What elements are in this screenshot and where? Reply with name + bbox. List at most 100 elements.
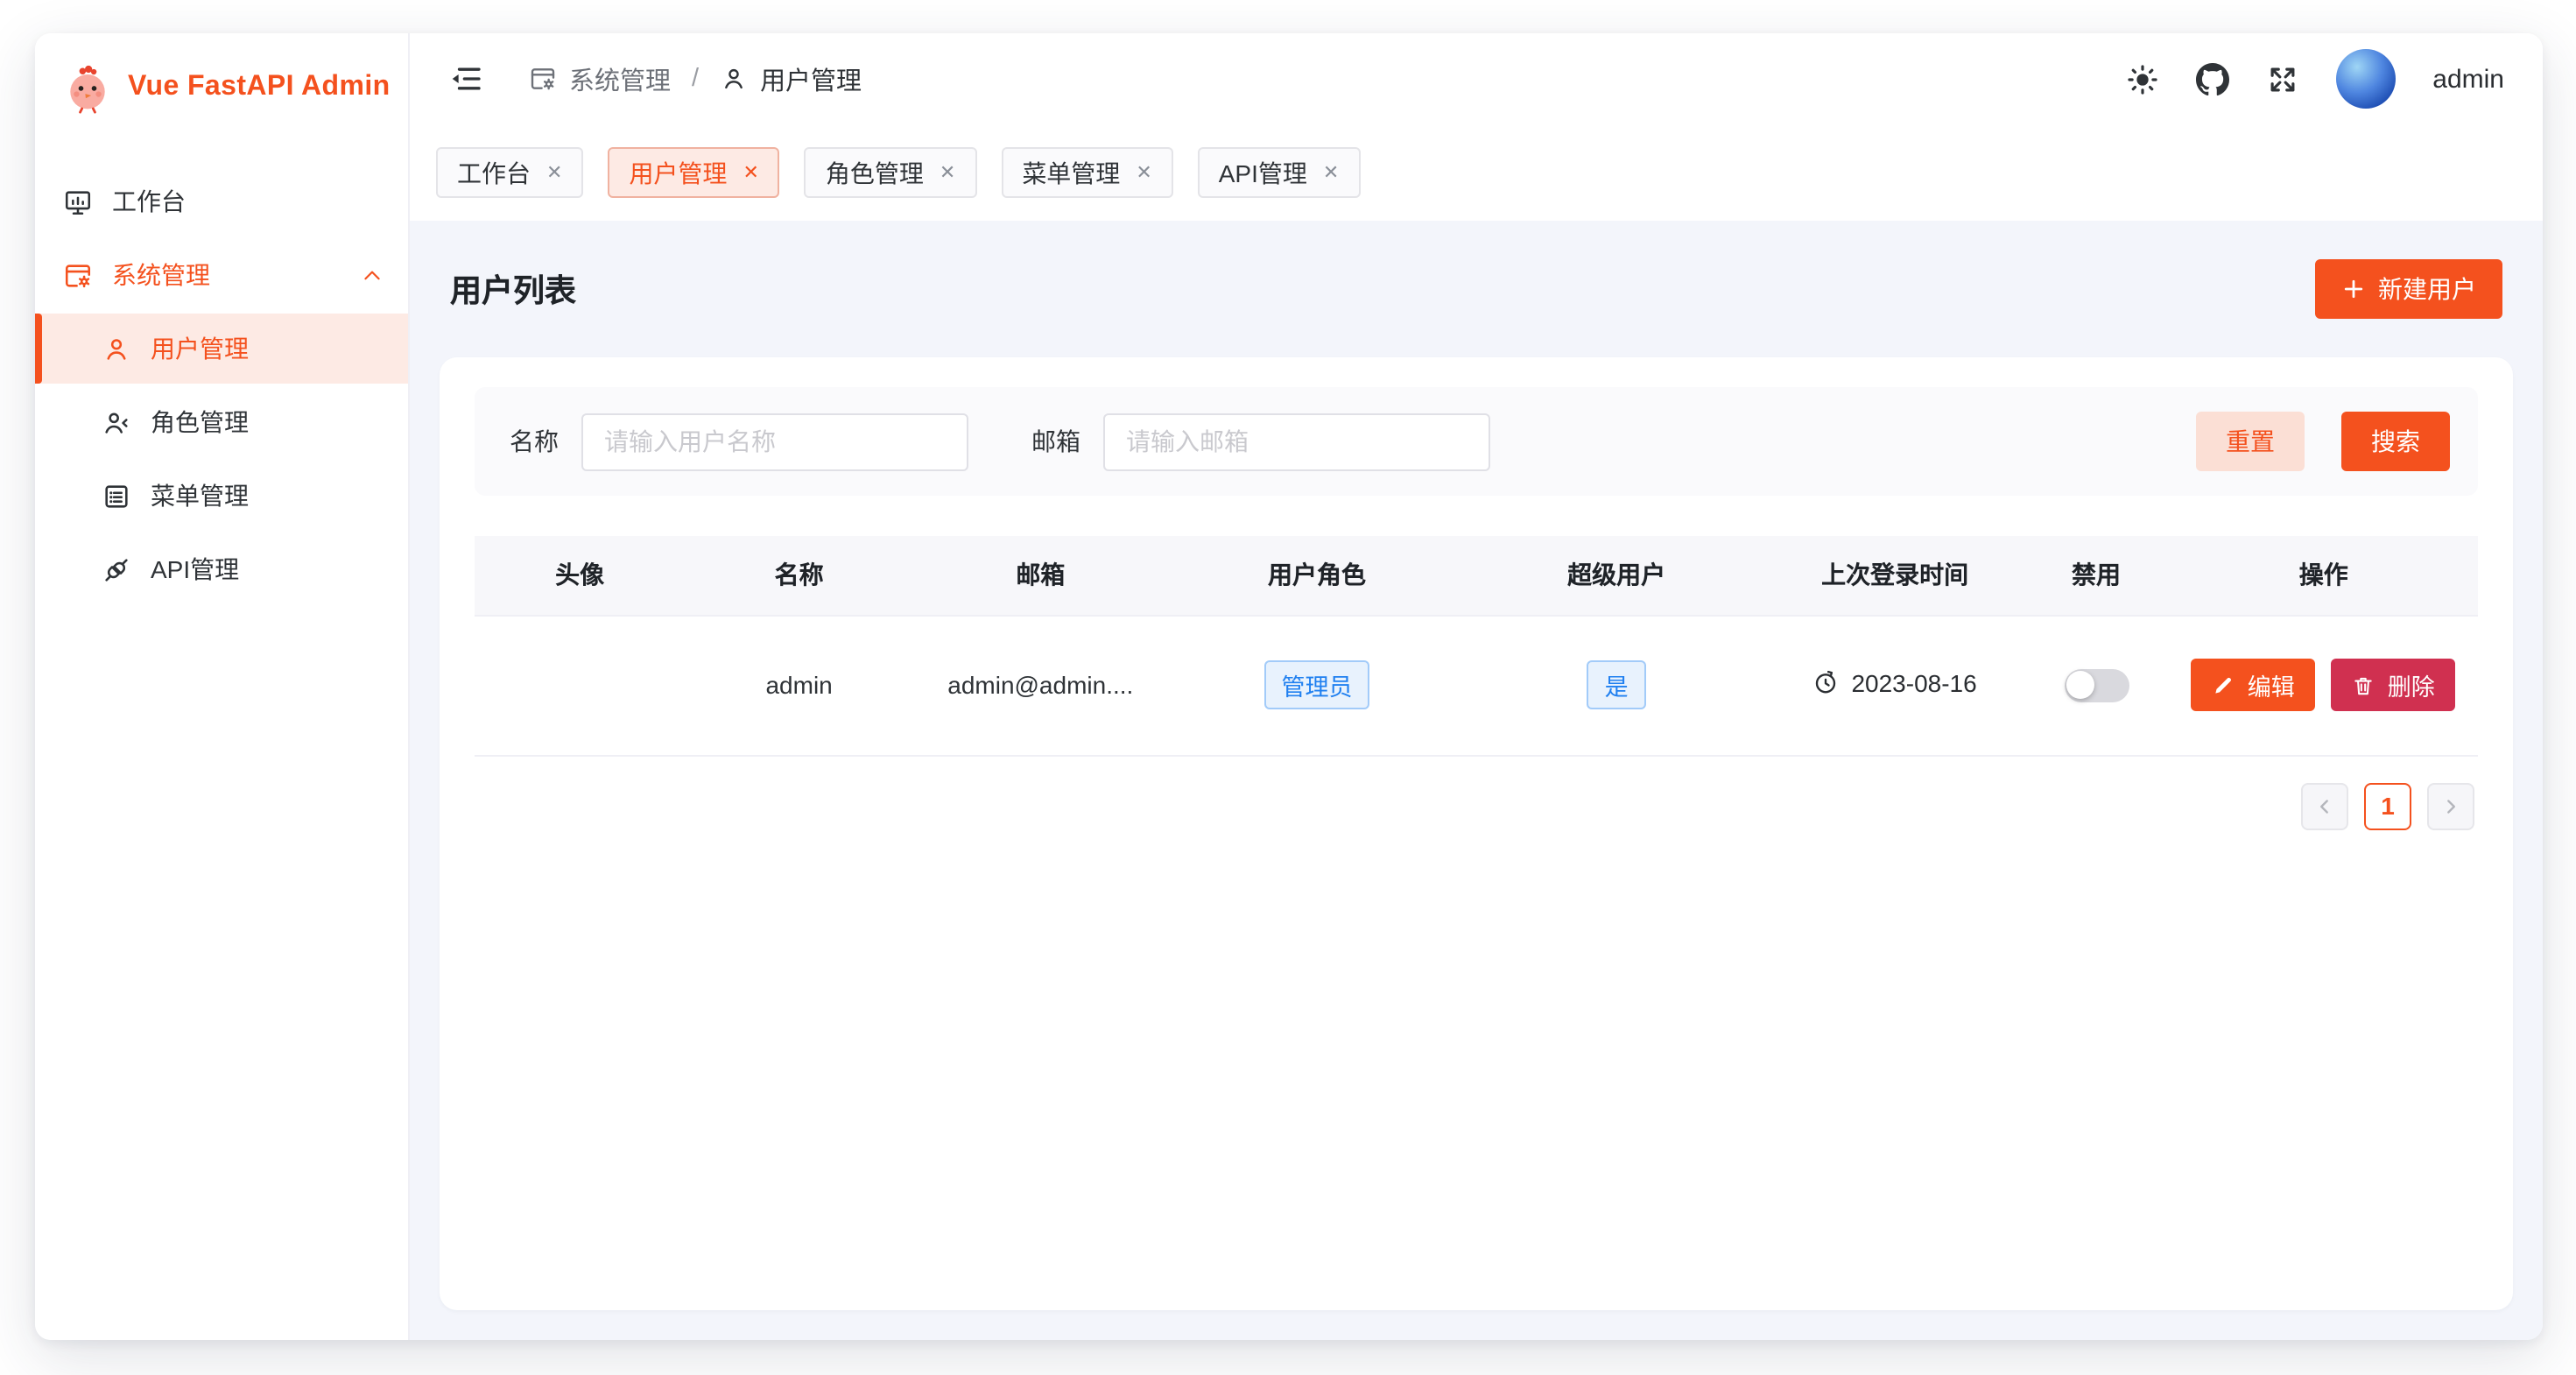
pagination-next-button[interactable]	[2427, 782, 2474, 829]
menu-list-icon	[102, 481, 131, 511]
github-icon	[2196, 62, 2229, 95]
last-login-value: 2023-08-16	[1851, 669, 1976, 697]
sidebar-item-label: 系统管理	[112, 257, 210, 293]
user-role-icon	[102, 407, 131, 437]
delete-button-label: 删除	[2388, 667, 2435, 702]
tab-label: 菜单管理	[1022, 155, 1120, 190]
email-filter-input[interactable]	[1103, 412, 1490, 470]
sidebar-item-menus[interactable]: 菜单管理	[35, 461, 408, 531]
sidebar-menu: 工作台 系统管理	[35, 142, 408, 608]
search-button[interactable]: 搜索	[2341, 412, 2450, 471]
main-area: 系统管理 / 用户管理	[410, 33, 2543, 1340]
table-row: admin admin@admin.... 管理员 是	[475, 615, 2478, 755]
content-area: 用户列表 新建用户 名称 邮箱	[410, 221, 2543, 1340]
github-link-button[interactable]	[2196, 62, 2229, 95]
col-avatar: 头像	[475, 536, 685, 615]
menu-fold-icon	[448, 61, 483, 96]
tab-roles[interactable]: 角色管理 ✕	[805, 147, 976, 198]
pencil-icon	[2213, 673, 2235, 696]
breadcrumb-item-system[interactable]: 系统管理	[529, 60, 671, 97]
sidebar: Vue FastAPI Admin 工作台 系统管理	[35, 33, 410, 1340]
brand[interactable]: Vue FastAPI Admin	[35, 33, 408, 142]
superuser-cell: 是	[1467, 615, 1767, 755]
tab-close-icon[interactable]: ✕	[546, 161, 562, 184]
window-settings-icon	[529, 65, 557, 93]
sidebar-item-label: 角色管理	[151, 405, 249, 440]
sidebar-item-system[interactable]: 系统管理	[35, 240, 408, 310]
topbar: 系统管理 / 用户管理	[410, 33, 2543, 124]
sidebar-item-label: API管理	[151, 552, 239, 587]
sidebar-item-workbench[interactable]: 工作台	[35, 166, 408, 236]
fullscreen-expand-icon	[2266, 62, 2299, 95]
col-disabled: 禁用	[2023, 536, 2170, 615]
col-role: 用户角色	[1168, 536, 1467, 615]
sidebar-item-api[interactable]: API管理	[35, 534, 408, 604]
name-cell: admin	[685, 615, 913, 755]
new-user-button[interactable]: 新建用户	[2315, 259, 2502, 319]
tab-menus[interactable]: 菜单管理 ✕	[1001, 147, 1172, 198]
edit-button-label: 编辑	[2248, 667, 2295, 702]
delete-button[interactable]: 删除	[2332, 659, 2456, 711]
user-avatar[interactable]	[2336, 49, 2396, 109]
sidebar-item-roles[interactable]: 角色管理	[35, 387, 408, 457]
user-icon	[102, 334, 131, 363]
api-plug-icon	[102, 554, 131, 584]
tab-close-icon[interactable]: ✕	[1136, 161, 1151, 184]
chevron-left-icon	[2313, 794, 2336, 817]
role-tag: 管理员	[1264, 660, 1370, 709]
breadcrumb: 系统管理 / 用户管理	[529, 60, 862, 97]
edit-button[interactable]: 编辑	[2192, 659, 2316, 711]
email-filter-label: 邮箱	[1031, 424, 1080, 459]
col-superuser: 超级用户	[1467, 536, 1767, 615]
name-filter-input[interactable]	[581, 412, 968, 470]
actions-cell: 编辑 删除	[2170, 615, 2478, 755]
chevron-right-icon	[2439, 794, 2462, 817]
tab-label: 角色管理	[826, 155, 924, 190]
tab-workbench[interactable]: 工作台 ✕	[436, 147, 583, 198]
chick-logo-icon	[61, 61, 114, 114]
reset-button[interactable]: 重置	[2196, 412, 2305, 471]
trash-icon	[2353, 673, 2375, 696]
sidebar-item-label: 用户管理	[151, 331, 249, 366]
page-title: 用户列表	[450, 266, 576, 312]
tab-close-icon[interactable]: ✕	[743, 161, 758, 184]
users-table: 头像 名称 邮箱 用户角色 超级用户 上次登录时间 禁用 操作	[475, 536, 2478, 756]
user-icon	[720, 65, 748, 93]
breadcrumb-item-users[interactable]: 用户管理	[720, 60, 862, 97]
theme-toggle-button[interactable]	[2126, 62, 2159, 95]
superuser-tag: 是	[1587, 660, 1646, 709]
toggle-knob	[2066, 671, 2094, 699]
table-header-row: 头像 名称 邮箱 用户角色 超级用户 上次登录时间 禁用 操作	[475, 536, 2478, 615]
email-cell: admin@admin....	[913, 615, 1168, 755]
username-label[interactable]: admin	[2432, 64, 2504, 94]
col-email: 邮箱	[913, 536, 1168, 615]
fullscreen-button[interactable]	[2266, 62, 2299, 95]
filter-bar: 名称 邮箱 重置 搜索	[475, 387, 2478, 496]
pagination-prev-button[interactable]	[2301, 782, 2348, 829]
sidebar-item-label: 工作台	[112, 184, 186, 219]
name-filter-label: 名称	[510, 424, 559, 459]
tab-users[interactable]: 用户管理 ✕	[608, 147, 779, 198]
tab-close-icon[interactable]: ✕	[1323, 161, 1339, 184]
user-list-card: 名称 邮箱 重置 搜索	[440, 357, 2513, 1310]
tab-label: 工作台	[457, 155, 531, 190]
tab-label: 用户管理	[629, 155, 727, 190]
col-actions: 操作	[2170, 536, 2478, 615]
clock-history-icon	[1812, 670, 1839, 696]
new-user-button-label: 新建用户	[2378, 271, 2476, 307]
window-settings-icon	[63, 260, 93, 290]
sidebar-item-users[interactable]: 用户管理	[35, 314, 408, 384]
disabled-cell	[2023, 615, 2170, 755]
col-last-login: 上次登录时间	[1767, 536, 2023, 615]
tab-api[interactable]: API管理 ✕	[1198, 147, 1361, 198]
breadcrumb-separator: /	[692, 65, 699, 93]
breadcrumb-label: 系统管理	[569, 60, 671, 97]
filter-actions: 重置 搜索	[2196, 412, 2450, 471]
pagination-page-1[interactable]: 1	[2364, 782, 2411, 829]
tab-close-icon[interactable]: ✕	[940, 161, 955, 184]
disabled-toggle[interactable]	[2064, 668, 2129, 702]
monitor-icon	[63, 187, 93, 216]
collapse-sidebar-button[interactable]	[448, 61, 483, 96]
role-cell: 管理员	[1168, 615, 1467, 755]
plus-icon	[2341, 277, 2366, 301]
